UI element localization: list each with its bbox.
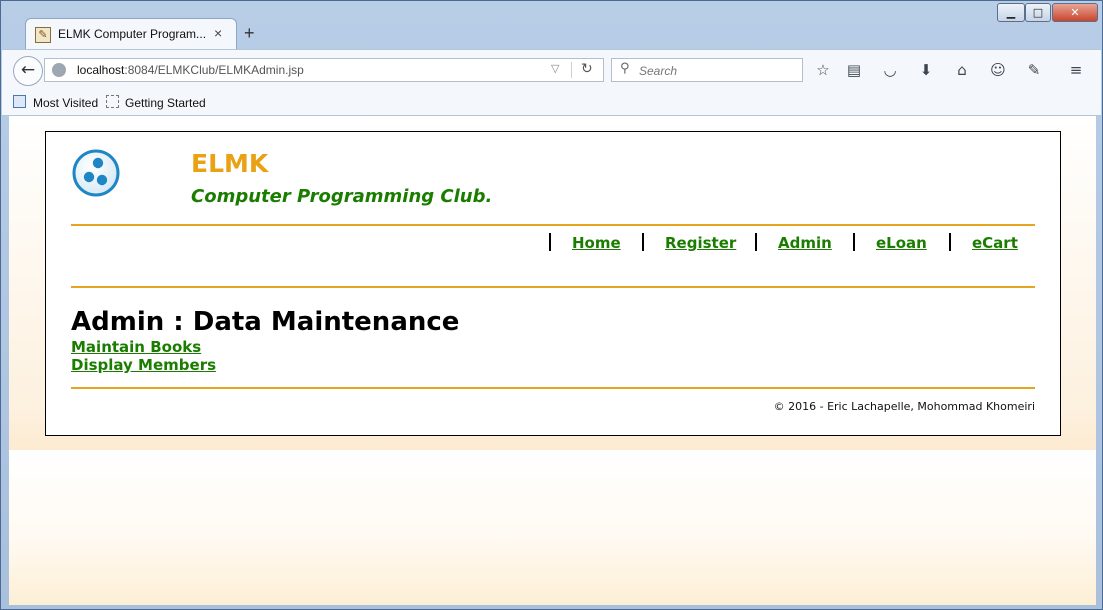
url-path: :8084/ELMKClub/ELMKAdmin.jsp (124, 63, 304, 77)
main-menu: Home Register Admin eLoan eCart (46, 233, 1062, 255)
menu-icon[interactable]: ≡ (1066, 60, 1086, 80)
bookmark-star-icon[interactable]: ☆ (813, 60, 833, 80)
download-icon[interactable]: ⬇ (916, 60, 936, 80)
url-text: localhost:8084/ELMKClub/ELMKAdmin.jsp (77, 63, 304, 77)
nav-admin: Admin (755, 233, 832, 252)
footer-divider (71, 387, 1035, 389)
nav-eloan: eLoan (853, 233, 927, 252)
most-visited-icon (13, 95, 26, 108)
url-host: localhost (77, 63, 125, 77)
nav-link-register[interactable]: Register (665, 234, 736, 252)
tab-title: ELMK Computer Program... (58, 27, 207, 41)
club-logo-icon (72, 149, 120, 197)
bookmarks-toolbar: Most Visited Getting Started (2, 90, 1101, 116)
tab-close-icon[interactable]: × (214, 25, 222, 41)
navigation-toolbar: ← localhost:8084/ELMKClub/ELMKAdmin.jsp … (2, 49, 1101, 90)
bookmark-most-visited[interactable]: Most Visited (33, 96, 98, 110)
back-button[interactable]: ← (13, 56, 43, 86)
site-identity-icon[interactable] (52, 63, 66, 77)
tab-strip: ✎ ELMK Computer Program... × + ▁ □ ✕ (1, 1, 1102, 49)
search-icon: ⚲ (620, 61, 630, 76)
window-close-button[interactable]: ✕ (1052, 3, 1098, 22)
new-tab-button[interactable]: + (244, 23, 255, 44)
page-viewport-lower (9, 450, 1096, 605)
url-separator (571, 62, 572, 78)
nav-link-admin[interactable]: Admin (778, 234, 832, 252)
nav-link-eloan[interactable]: eLoan (876, 234, 927, 252)
browser-tab[interactable]: ✎ ELMK Computer Program... × (25, 18, 237, 49)
extension-icon[interactable]: ✎ (1024, 60, 1044, 80)
page-container: ELMK Computer Programming Club. Home Reg… (45, 131, 1061, 436)
minimize-button[interactable]: ▁ (997, 3, 1025, 22)
search-input[interactable]: ⚲ Search (611, 58, 803, 82)
site-title: ELMK (191, 149, 269, 178)
home-icon[interactable]: ⌂ (952, 60, 972, 80)
site-subtitle: Computer Programming Club. (191, 186, 493, 207)
nav-link-ecart[interactable]: eCart (972, 234, 1018, 252)
page-favicon-icon: ✎ (35, 27, 51, 43)
bookmark-getting-started[interactable]: Getting Started (125, 96, 206, 110)
nav-register: Register (642, 233, 736, 252)
page-heading: Admin : Data Maintenance (71, 307, 460, 337)
browser-window: ✎ ELMK Computer Program... × + ▁ □ ✕ ← l… (0, 0, 1103, 610)
chat-icon[interactable]: ☺ (988, 60, 1008, 80)
header-divider (71, 224, 1035, 226)
url-bar[interactable]: localhost:8084/ELMKClub/ELMKAdmin.jsp ▽ … (44, 58, 604, 82)
menu-divider (71, 286, 1035, 288)
search-placeholder: Search (639, 64, 678, 78)
footer-copyright: © 2016 - Eric Lachapelle, Mohommad Khome… (773, 400, 1035, 413)
reading-list-icon[interactable]: ▤ (844, 60, 864, 80)
nav-link-home[interactable]: Home (572, 234, 621, 252)
url-history-dropdown-icon[interactable]: ▽ (551, 62, 559, 75)
display-members-link[interactable]: Display Members (71, 356, 216, 374)
maximize-button[interactable]: □ (1025, 3, 1051, 22)
nav-ecart: eCart (949, 233, 1018, 252)
pocket-icon[interactable]: ◡ (880, 60, 900, 80)
maintain-books-link[interactable]: Maintain Books (71, 338, 201, 356)
nav-home: Home (549, 233, 621, 252)
reload-icon[interactable]: ↻ (581, 61, 593, 77)
getting-started-icon (106, 95, 119, 108)
